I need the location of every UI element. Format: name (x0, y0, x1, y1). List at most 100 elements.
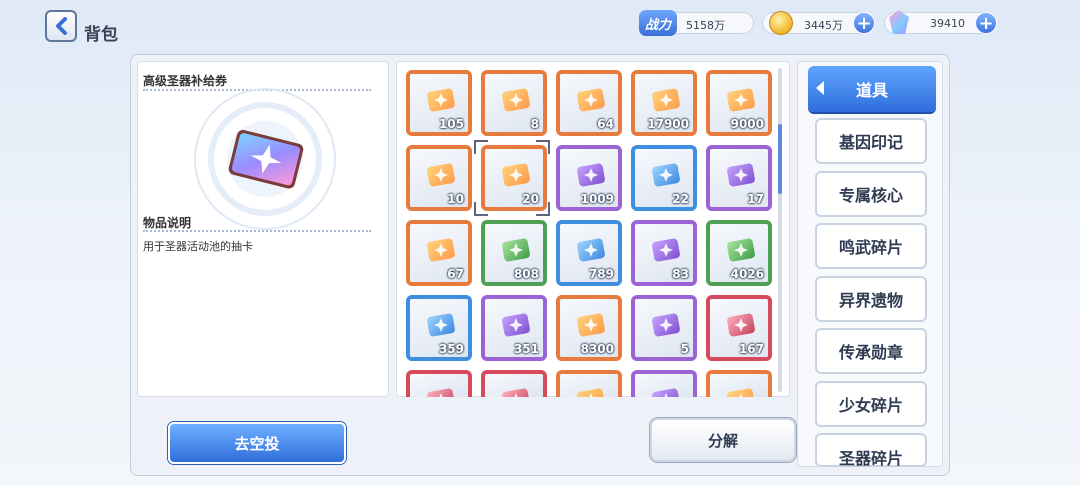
coin-icon (769, 11, 793, 35)
item-quantity: 789 (588, 267, 614, 281)
rainbow-ticket-icon (427, 88, 455, 112)
inventory-item[interactable]: 5 (631, 295, 697, 361)
ice-crystal-icon (727, 238, 755, 262)
coin-display: 3445万 + (762, 11, 875, 35)
item-quantity: 5 (680, 342, 689, 356)
item-quantity: 17 (747, 192, 764, 206)
gem-icon (727, 313, 755, 337)
description-heading: 物品说明 (143, 216, 192, 230)
dust-icon (652, 88, 680, 112)
item-quantity: 1009 (580, 192, 614, 206)
page-title: 背包 (84, 25, 118, 45)
tab-label: 异界遗物 (838, 291, 903, 310)
item-quantity: 8300 (580, 342, 614, 356)
inventory-item[interactable] (631, 370, 697, 397)
back-button[interactable] (45, 10, 77, 42)
inventory-item[interactable]: 9000 (706, 70, 772, 136)
tab-label: 基因印记 (838, 133, 903, 152)
item-detail-panel: 高级圣器补给券 物品说明 用于圣器活动池的抽卡 (137, 61, 389, 397)
tab-label: 少女碎片 (838, 396, 903, 415)
tab-label: 圣器碎片 (838, 449, 903, 468)
tab-relics[interactable]: 异界遗物 (815, 276, 927, 322)
inventory-item[interactable] (556, 370, 622, 397)
item-quantity: 64 (597, 117, 614, 131)
purple-chip-icon (577, 238, 605, 262)
coin-value: 3445万 (804, 19, 843, 32)
item-quantity: 8 (530, 117, 539, 131)
item-quantity: 83 (672, 267, 689, 281)
tab-label: 道具 (855, 81, 888, 100)
item-icon (727, 388, 755, 397)
inventory-item[interactable]: 22 (631, 145, 697, 211)
airdrop-button[interactable]: 去空投 (168, 422, 346, 464)
inventory-item[interactable]: 67 (406, 220, 472, 286)
divider (143, 230, 371, 232)
item-quantity: 67 (447, 267, 464, 281)
item-quantity: 167 (738, 342, 764, 356)
crystal-value: 39410 (930, 17, 965, 30)
tab-weapon-shards[interactable]: 鸣武碎片 (815, 223, 927, 269)
inventory-item[interactable]: 167 (706, 295, 772, 361)
item-quantity: 22 (672, 192, 689, 206)
inventory-item[interactable]: 359 (406, 295, 472, 361)
item-icon (502, 388, 530, 397)
grid-scrollbar[interactable] (778, 68, 782, 392)
inventory-item[interactable] (481, 370, 547, 397)
chevron-left-icon (816, 81, 824, 95)
inventory-item[interactable]: 105 (406, 70, 472, 136)
rainbow-crystal-icon (727, 88, 755, 112)
inventory-item[interactable] (706, 370, 772, 397)
selection-frame (474, 140, 550, 216)
item-icon (577, 388, 605, 397)
tab-label: 鸣武碎片 (838, 238, 903, 257)
item-icon (652, 388, 680, 397)
inventory-item[interactable]: 17900 (631, 70, 697, 136)
item-quantity: 808 (513, 267, 539, 281)
gold-card-icon (427, 163, 455, 187)
bag-icon (427, 238, 455, 262)
tab-artifact-shards[interactable]: 圣器碎片 (815, 433, 927, 468)
item-preview-icon (194, 88, 336, 230)
blue-chip-icon (502, 238, 530, 262)
item-quantity: 359 (438, 342, 464, 356)
gold-ticket-icon (502, 88, 530, 112)
crystal-display: 39410 + (884, 10, 997, 34)
inventory-item[interactable]: 17 (706, 145, 772, 211)
inventory-item[interactable]: 808 (481, 220, 547, 286)
inventory-item[interactable]: 1009 (556, 145, 622, 211)
tab-girl-shards[interactable]: 少女碎片 (815, 381, 927, 427)
blue-star-shard-icon (427, 313, 455, 337)
canister-icon (727, 163, 755, 187)
power-label: 战力 (639, 10, 677, 36)
candy-icon (652, 163, 680, 187)
tab-label: 传承勋章 (838, 343, 903, 362)
inventory-item[interactable]: 64 (556, 70, 622, 136)
add-crystal-button[interactable]: + (975, 12, 997, 34)
inventory-item[interactable]: 8 (481, 70, 547, 136)
decompose-button[interactable]: 分解 (650, 418, 796, 462)
tab-label: 专属核心 (838, 186, 903, 205)
grid-scrollbar-thumb[interactable] (778, 124, 782, 194)
inventory-item[interactable]: 8300 (556, 295, 622, 361)
item-quantity: 4026 (730, 267, 764, 281)
item-icon (427, 388, 455, 397)
item-quantity: 17900 (647, 117, 689, 131)
orange-chip-icon (652, 238, 680, 262)
item-description: 用于圣器活动池的抽卡 (143, 240, 253, 253)
tab-gene-imprint[interactable]: 基因印记 (815, 118, 927, 164)
inventory-item[interactable]: 10 (406, 145, 472, 211)
inventory-item[interactable]: 4026 (706, 220, 772, 286)
crystal-icon (889, 10, 909, 34)
tab-medals[interactable]: 传承勋章 (815, 328, 927, 374)
purple-star-shard-icon (502, 313, 530, 337)
inventory-item[interactable]: 351 (481, 295, 547, 361)
add-coin-button[interactable]: + (853, 12, 875, 34)
inventory-item[interactable]: 789 (556, 220, 622, 286)
inventory-item[interactable] (406, 370, 472, 397)
back-arrow-icon (56, 17, 67, 35)
item-quantity: 10 (447, 192, 464, 206)
tab-exclusive-core[interactable]: 专属核心 (815, 171, 927, 217)
item-quantity: 105 (438, 117, 464, 131)
tab-items[interactable]: 道具 (808, 66, 936, 112)
inventory-item[interactable]: 83 (631, 220, 697, 286)
